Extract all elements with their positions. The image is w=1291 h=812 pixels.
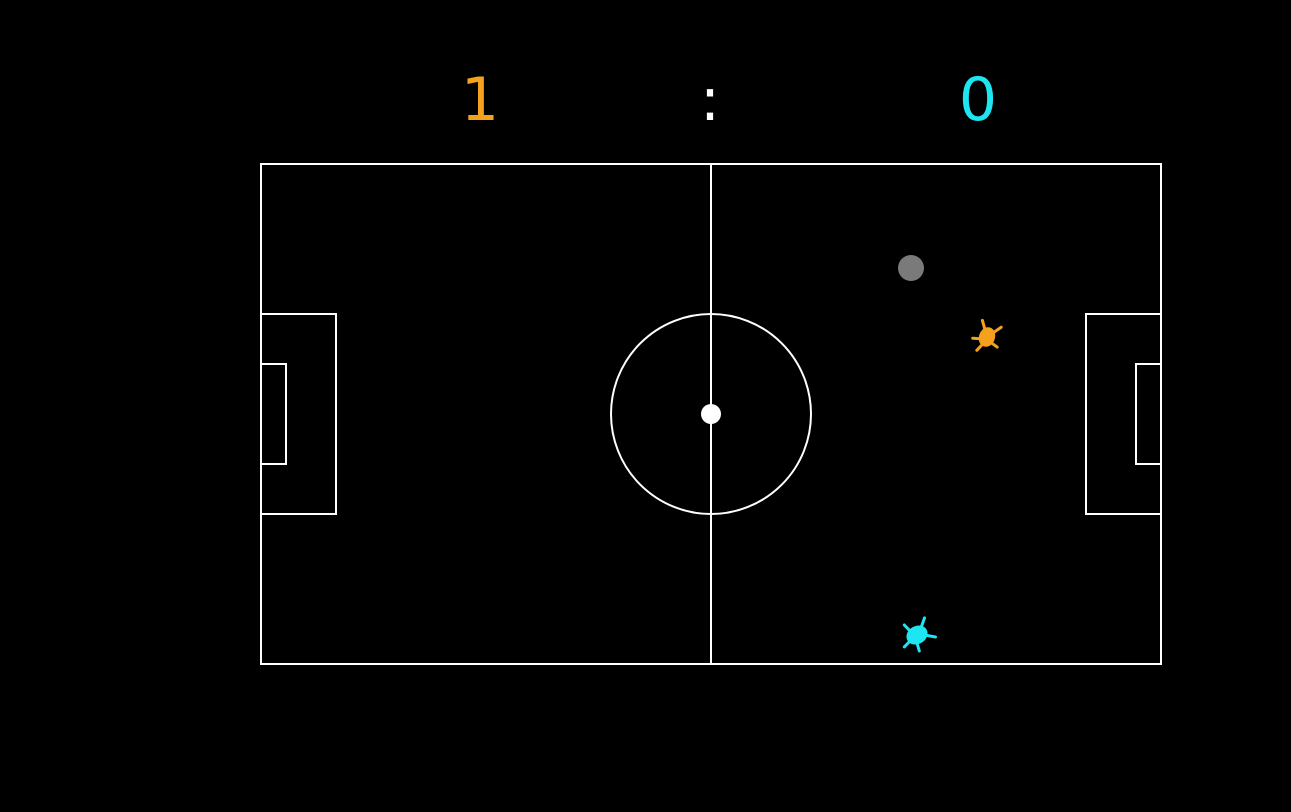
left-penalty-box	[260, 313, 337, 515]
ball	[898, 255, 924, 281]
left-goal-box	[260, 363, 287, 465]
orange-player	[971, 318, 1003, 352]
game-screen: 1 : 0	[0, 0, 1291, 812]
cyan-player	[902, 616, 937, 653]
right-goal-box	[1135, 363, 1162, 465]
soccer-field	[260, 163, 1162, 665]
right-penalty-box	[1085, 313, 1162, 515]
center-spot	[701, 404, 721, 424]
